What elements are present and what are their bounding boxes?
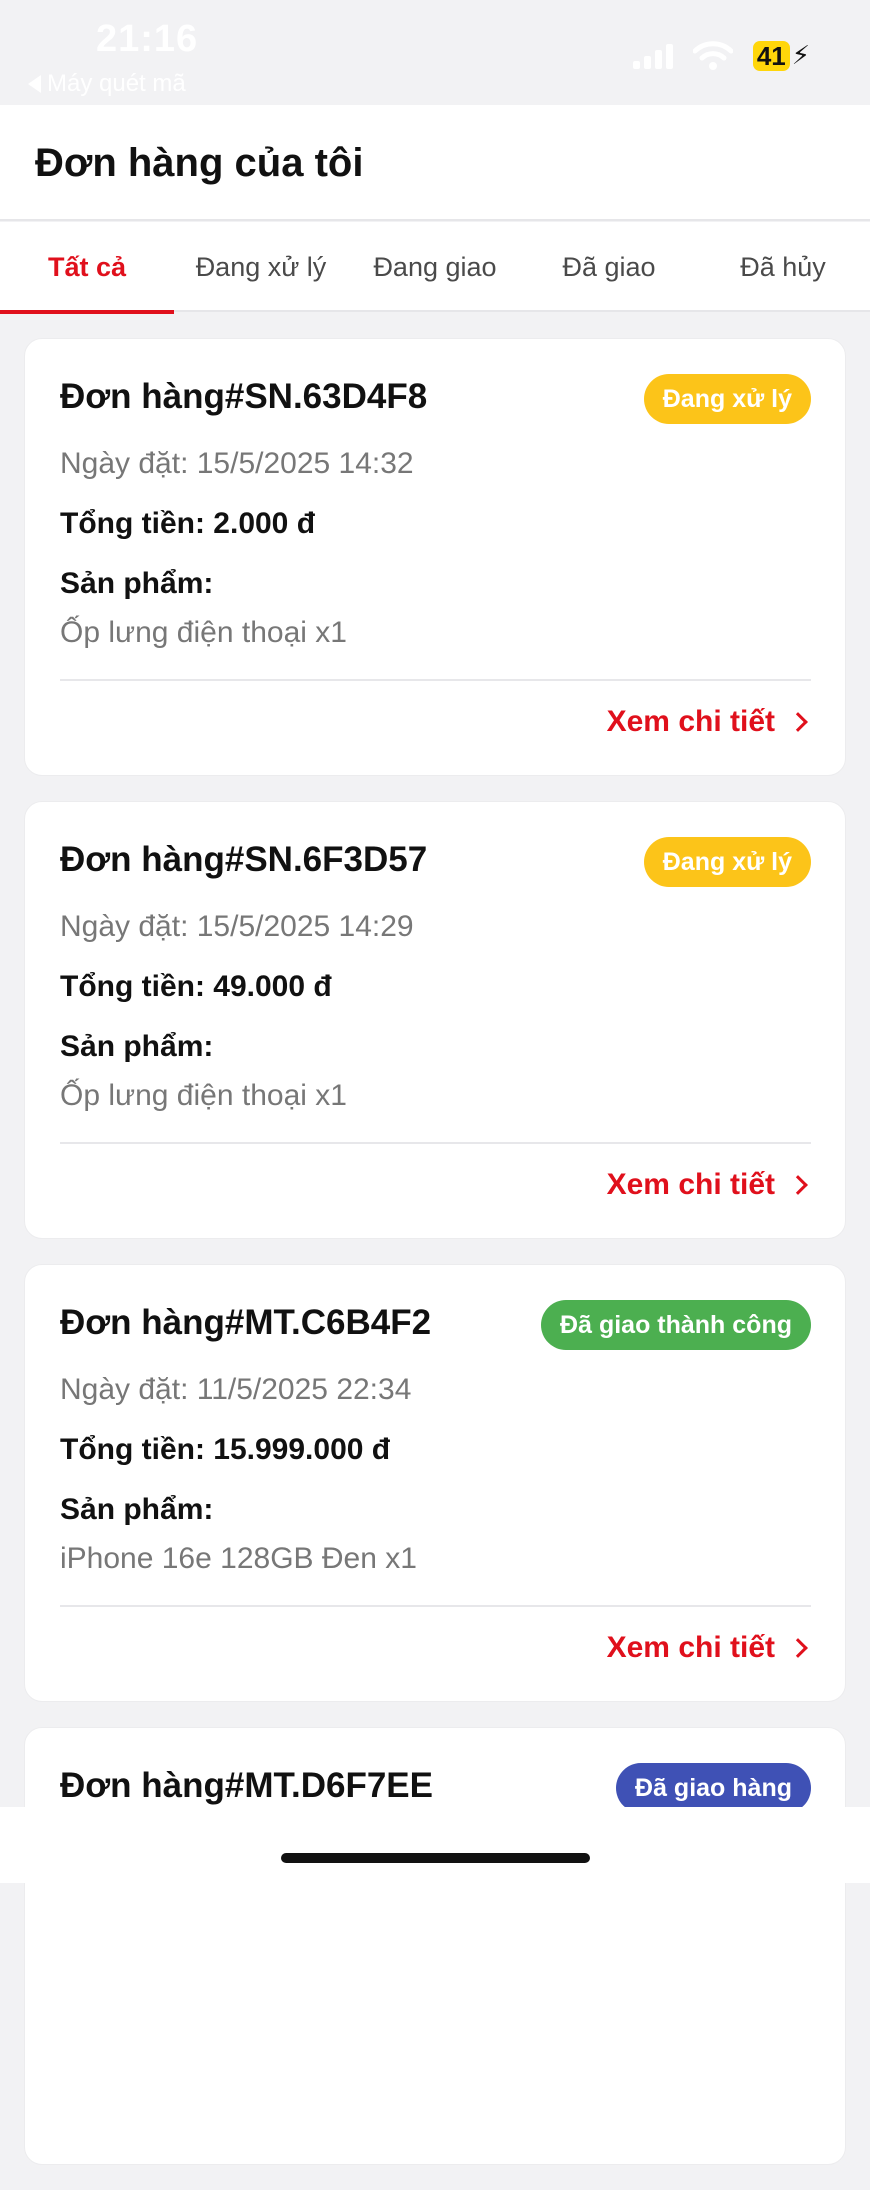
order-date: Ngày đặt: 15/5/2025 14:29 [60,910,414,943]
order-date: Ngày đặt: 11/5/2025 22:34 [60,1373,412,1406]
tab-cancelled[interactable]: Đã hủy [696,222,870,312]
tab-all[interactable]: Tất cả [0,222,174,314]
products-label: Sản phẩm: [60,1493,214,1526]
order-card[interactable]: Đơn hàng#MT.D6F7EE Đã giao hàng [24,1727,846,2165]
back-to-app-link[interactable]: Máy quét mã [28,70,186,98]
home-bar-area [0,1807,870,1883]
order-list: Đơn hàng#SN.63D4F8 Đang xử lý Ngày đặt: … [24,338,846,2190]
tab-delivered[interactable]: Đã giao [522,222,696,312]
order-card[interactable]: Đơn hàng#MT.C6B4F2 Đã giao thành công Ng… [24,1264,846,1702]
product-item: Ốp lưng điện thoại x1 [60,1079,347,1112]
view-details-label: Xem chi tiết [606,1168,775,1201]
products-label: Sản phẩm: [60,1030,214,1063]
battery-level: 41 [752,40,790,71]
divider [60,1605,811,1607]
order-card[interactable]: Đơn hàng#SN.63D4F8 Đang xử lý Ngày đặt: … [24,338,846,776]
order-id: Đơn hàng#MT.D6F7EE [60,1766,433,1805]
order-date: Ngày đặt: 15/5/2025 14:32 [60,447,414,480]
view-details-link[interactable]: Xem chi tiết [607,705,811,739]
cellular-signal-icon [632,43,673,69]
status-indicators: 41 ⚡ [632,40,810,71]
chevron-right-icon [788,1175,808,1195]
view-details-label: Xem chi tiết [606,1631,775,1664]
product-item: Ốp lưng điện thoại x1 [60,616,347,649]
order-id: Đơn hàng#SN.63D4F8 [60,377,428,416]
view-details-link[interactable]: Xem chi tiết [607,1631,811,1665]
tab-shipping[interactable]: Đang giao [348,222,522,312]
order-total: Tổng tiền: 15.999.000 đ [60,1433,391,1466]
order-id: Đơn hàng#MT.C6B4F2 [60,1303,432,1342]
view-details-label: Xem chi tiết [606,705,775,738]
wifi-icon [692,40,734,71]
status-badge: Đang xử lý [643,374,811,424]
order-total: Tổng tiền: 2.000 đ [60,507,316,540]
battery-indicator: 41 ⚡ [752,40,810,71]
divider [60,679,811,681]
order-id: Đơn hàng#SN.6F3D57 [60,840,428,879]
status-time: 21:16 [96,18,199,60]
order-total: Tổng tiền: 49.000 đ [60,970,332,1003]
status-badge: Đã giao thành công [541,1300,811,1350]
tab-processing[interactable]: Đang xử lý [174,222,348,312]
home-indicator[interactable] [281,1853,590,1863]
status-badge: Đang xử lý [643,837,811,887]
status-badge: Đã giao hàng [616,1763,811,1813]
page-title: Đơn hàng của tôi [35,141,364,185]
divider [60,1142,811,1144]
status-bar: 21:16 Máy quét mã 41 ⚡ [0,0,870,105]
back-triangle-icon [28,75,41,93]
back-app-label: Máy quét mã [47,70,186,97]
products-label: Sản phẩm: [60,567,214,600]
chevron-right-icon [788,1638,808,1658]
page-header: Đơn hàng của tôi [0,105,870,221]
charging-bolt-icon: ⚡ [791,40,810,70]
order-card[interactable]: Đơn hàng#SN.6F3D57 Đang xử lý Ngày đặt: … [24,801,846,1239]
product-item: iPhone 16e 128GB Đen x1 [60,1542,417,1575]
order-status-tabs: Tất cả Đang xử lý Đang giao Đã giao Đã h… [0,222,870,314]
chevron-right-icon [788,712,808,732]
view-details-link[interactable]: Xem chi tiết [607,1168,811,1202]
